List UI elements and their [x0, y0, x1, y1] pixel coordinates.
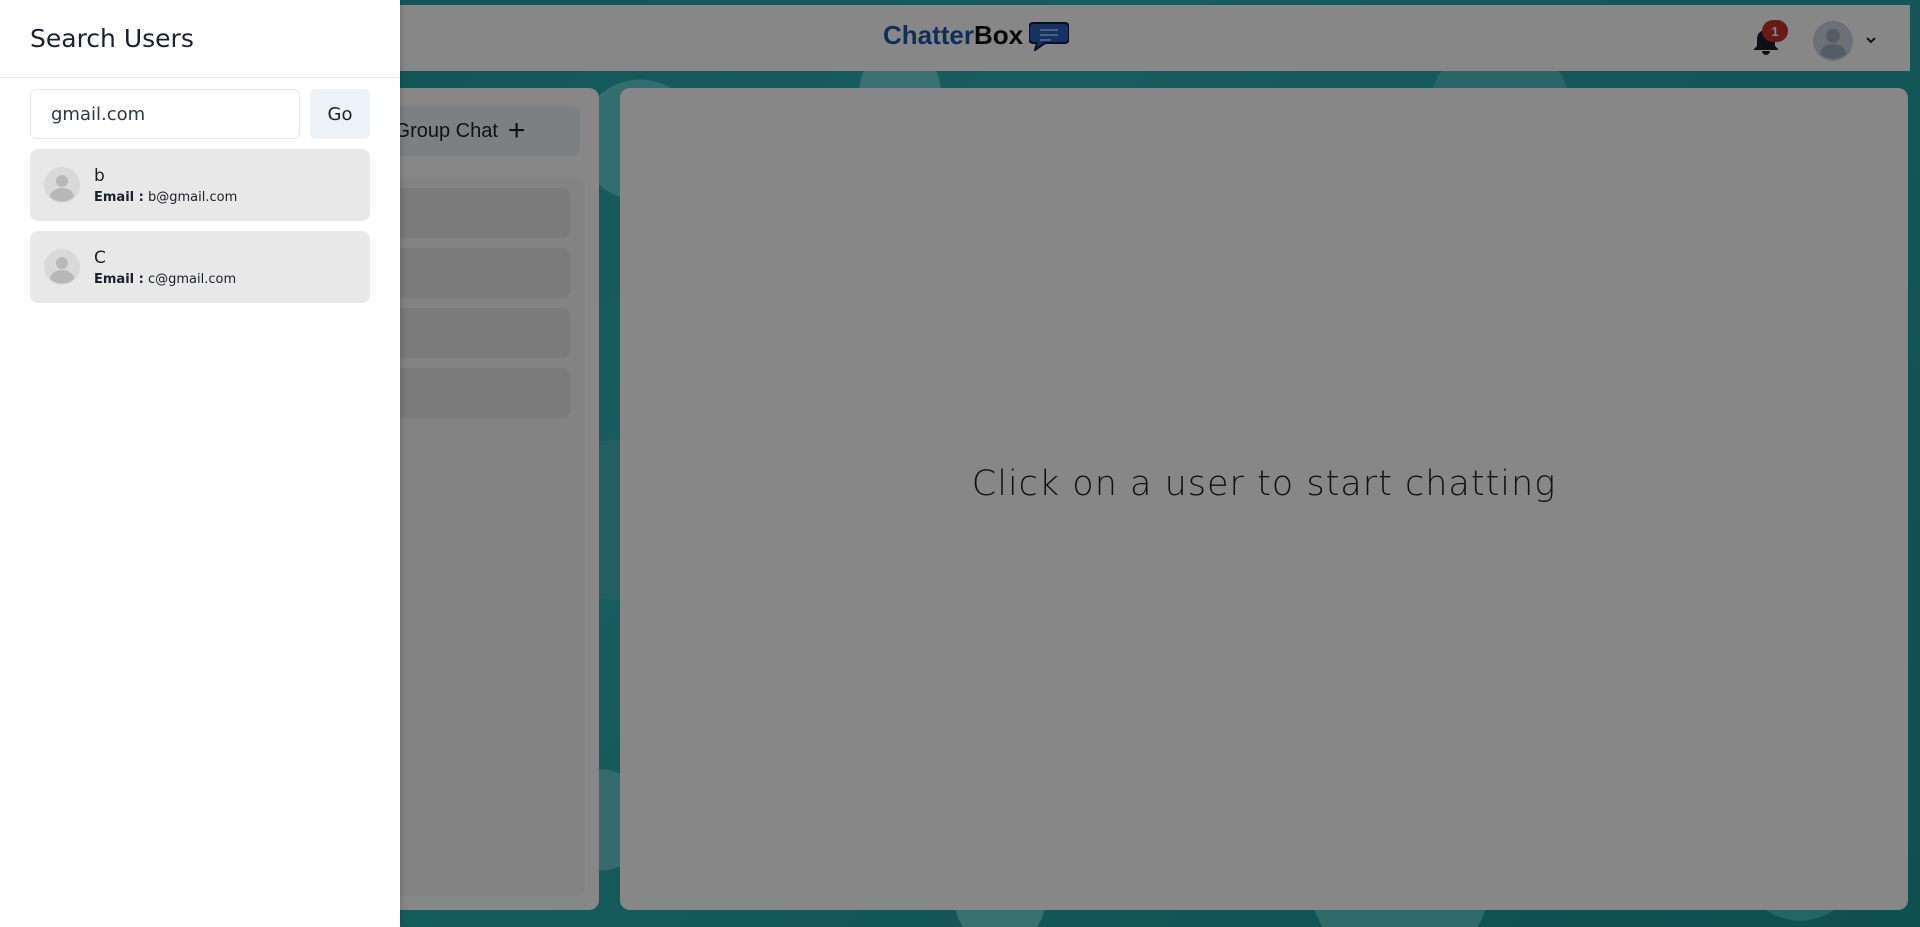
search-users-drawer: Search Users Go b Email : b@gmail.com C …: [0, 0, 400, 927]
email-value: c@gmail.com: [147, 271, 237, 287]
user-email: Email : b@gmail.com: [94, 190, 237, 205]
user-name: b: [94, 165, 105, 186]
drawer-title: Search Users: [0, 0, 400, 78]
user-email: Email : c@gmail.com: [94, 272, 236, 287]
avatar: [44, 249, 80, 285]
email-label: Email :: [94, 189, 144, 205]
user-result-item[interactable]: b Email : b@gmail.com: [30, 149, 370, 221]
user-name: C: [94, 247, 106, 268]
user-result-item[interactable]: C Email : c@gmail.com: [30, 231, 370, 303]
user-result-info: C Email : c@gmail.com: [94, 248, 236, 287]
email-label: Email :: [94, 271, 144, 287]
avatar: [44, 167, 80, 203]
search-input[interactable]: [30, 89, 300, 139]
email-value: b@gmail.com: [147, 189, 238, 205]
go-button[interactable]: Go: [310, 89, 370, 139]
user-result-info: b Email : b@gmail.com: [94, 166, 237, 205]
search-row: Go: [30, 89, 370, 139]
